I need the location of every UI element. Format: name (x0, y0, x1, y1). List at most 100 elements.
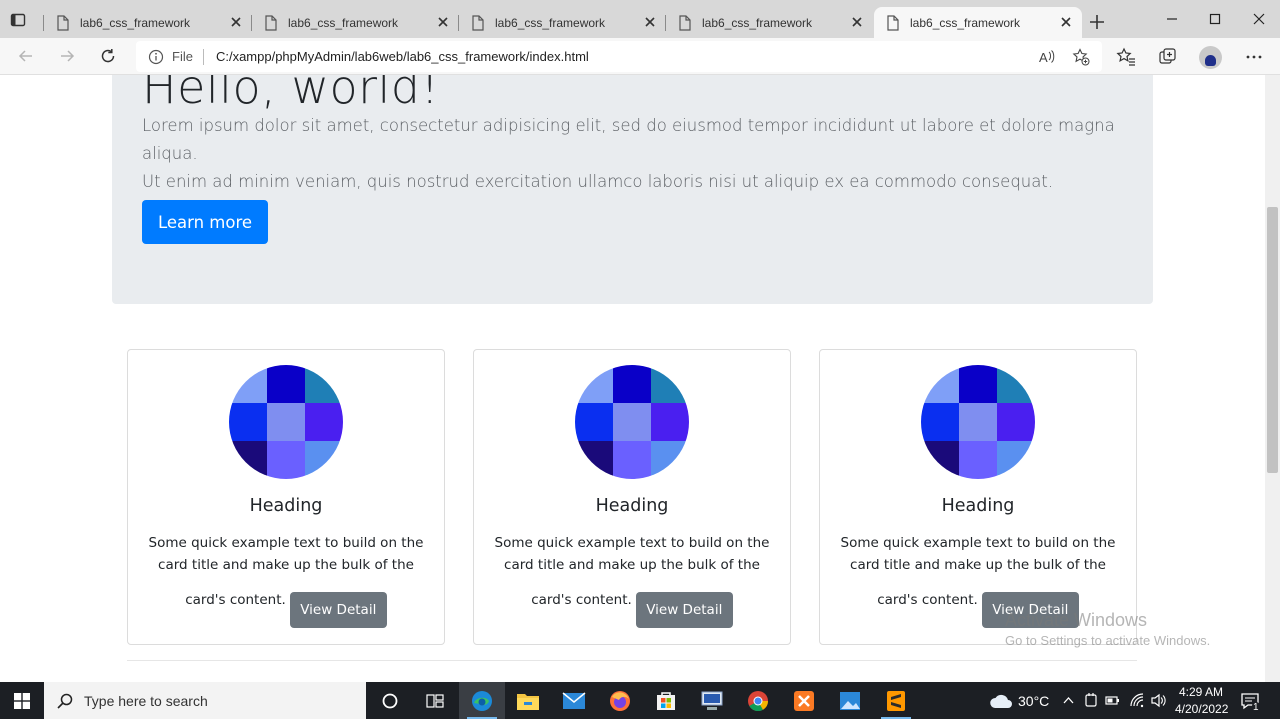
card-image-tile (997, 365, 1035, 403)
card: Heading Some quick example text to build… (127, 349, 445, 645)
page-icon (679, 14, 691, 31)
photos-icon[interactable] (827, 682, 873, 719)
tab-4[interactable]: lab6_css_framework (665, 7, 873, 38)
weather-temperature[interactable]: 30°C (1018, 693, 1049, 709)
activation-watermark-title: Activate Windows (1005, 610, 1148, 630)
card-image-tile (267, 441, 305, 479)
view-detail-button[interactable]: View Detail (635, 592, 733, 628)
minimize-icon[interactable] (1162, 9, 1182, 29)
new-tab-icon[interactable] (1088, 13, 1106, 31)
card-heading: Heading (249, 496, 323, 516)
store-icon[interactable] (643, 682, 689, 719)
tab-title: lab6_css_framework (288, 15, 399, 30)
tab-title: lab6_css_framework (495, 15, 606, 30)
mail-icon[interactable] (551, 682, 597, 719)
tab-separator (458, 15, 459, 31)
card-image-tile (575, 441, 613, 479)
card: Heading Some quick example text to build… (819, 349, 1137, 645)
card-image-tile (921, 365, 959, 403)
chrome-icon[interactable] (735, 682, 781, 719)
card-image-tile (305, 403, 343, 441)
volume-icon[interactable] (1150, 692, 1167, 709)
card-text-line: Some quick example text to build on the (494, 535, 770, 551)
tab-5-active[interactable]: lab6_css_framework (874, 7, 1082, 38)
xampp-icon[interactable] (781, 682, 827, 719)
meet-now-icon[interactable] (1083, 692, 1100, 709)
card-text: Some quick example text to build on the … (490, 532, 774, 628)
cortana-icon[interactable] (367, 682, 413, 719)
window-close-icon[interactable] (1249, 9, 1269, 29)
learn-more-button[interactable]: Learn more (142, 200, 268, 244)
scrollbar-thumb[interactable] (1267, 207, 1278, 473)
tab-actions-icon[interactable] (8, 10, 28, 30)
avatar[interactable] (1199, 46, 1222, 69)
tab-title: lab6_css_framework (910, 15, 1021, 30)
divider (127, 660, 1137, 661)
clock-date[interactable]: 4/20/2022 (1175, 702, 1228, 716)
search-placeholder: Type here to search (84, 692, 208, 709)
url-text[interactable]: C:/xampp/phpMyAdmin/lab6web/lab6_css_fra… (216, 49, 589, 64)
tab-2[interactable]: lab6_css_framework (251, 7, 459, 38)
jumbotron-title: Hello, world! (142, 75, 440, 114)
browser-toolbar: File C:/xampp/phpMyAdmin/lab6web/lab6_cs… (0, 38, 1280, 75)
task-view-icon[interactable] (412, 682, 458, 719)
view-detail-button[interactable]: View Detail (289, 592, 387, 628)
card-image-tile (921, 403, 959, 441)
firefox-icon[interactable] (597, 682, 643, 719)
favorites-icon[interactable] (1116, 47, 1136, 67)
battery-icon[interactable] (1104, 692, 1121, 709)
edge-browser-icon[interactable] (459, 682, 505, 719)
card-image-tile (305, 441, 343, 479)
clock-time[interactable]: 4:29 AM (1179, 685, 1223, 699)
chevron-up-icon[interactable] (1060, 692, 1077, 709)
collections-icon[interactable] (1158, 47, 1178, 67)
jumbotron-lead-line: Lorem ipsum dolor sit amet, consectetur … (142, 116, 1115, 163)
maximize-icon[interactable] (1205, 9, 1225, 29)
card-text-line: Some quick example text to build on the (148, 535, 424, 551)
back-icon[interactable] (16, 46, 36, 66)
refresh-icon[interactable] (98, 46, 118, 66)
info-icon[interactable] (148, 49, 164, 65)
jumbotron-lead-line: Ut enim ad minim veniam, quis nostrud ex… (142, 172, 1054, 191)
taskbar-search[interactable]: Type here to search (44, 682, 366, 719)
card-text-line: card's content. (531, 592, 632, 608)
page-scrollbar[interactable] (1265, 75, 1280, 682)
notification-badge: 1 (1252, 702, 1260, 713)
tab-separator (43, 15, 44, 31)
close-icon[interactable] (851, 16, 863, 28)
page-icon (472, 14, 484, 31)
sublime-text-icon[interactable] (873, 682, 919, 719)
card-image (575, 365, 689, 479)
close-icon[interactable] (437, 16, 449, 28)
address-separator (202, 48, 204, 65)
tab-separator (665, 15, 666, 31)
tab-title: lab6_css_framework (702, 15, 813, 30)
card-heading: Heading (595, 496, 669, 516)
card-image-tile (267, 403, 305, 441)
close-icon[interactable] (1060, 16, 1072, 28)
read-aloud-icon[interactable]: A (1038, 48, 1056, 66)
card-image-tile (267, 365, 305, 403)
weather-cloud-icon[interactable] (989, 691, 1013, 710)
windows-start-icon[interactable] (0, 682, 44, 719)
card-image-tile (575, 365, 613, 403)
card-image-tile (229, 365, 267, 403)
card-image-tile (229, 403, 267, 441)
card-image-tile (651, 441, 689, 479)
more-options-icon[interactable] (1244, 47, 1264, 67)
address-bar[interactable]: File C:/xampp/phpMyAdmin/lab6web/lab6_cs… (136, 41, 1102, 72)
forward-icon[interactable] (57, 46, 77, 66)
close-icon[interactable] (230, 16, 242, 28)
file-explorer-icon[interactable] (505, 682, 551, 719)
card-image-tile (613, 365, 651, 403)
card-image-tile (651, 403, 689, 441)
page-icon (265, 14, 277, 31)
tab-3[interactable]: lab6_css_framework (458, 7, 666, 38)
close-icon[interactable] (644, 16, 656, 28)
favorite-add-icon[interactable] (1072, 48, 1090, 66)
card-image-tile (613, 403, 651, 441)
tab-strip: lab6_css_framework lab6_css_framework la… (0, 0, 1280, 38)
wifi-icon[interactable] (1129, 692, 1146, 709)
remote-desktop-icon[interactable] (689, 682, 735, 719)
tab-1[interactable]: lab6_css_framework (43, 7, 252, 38)
